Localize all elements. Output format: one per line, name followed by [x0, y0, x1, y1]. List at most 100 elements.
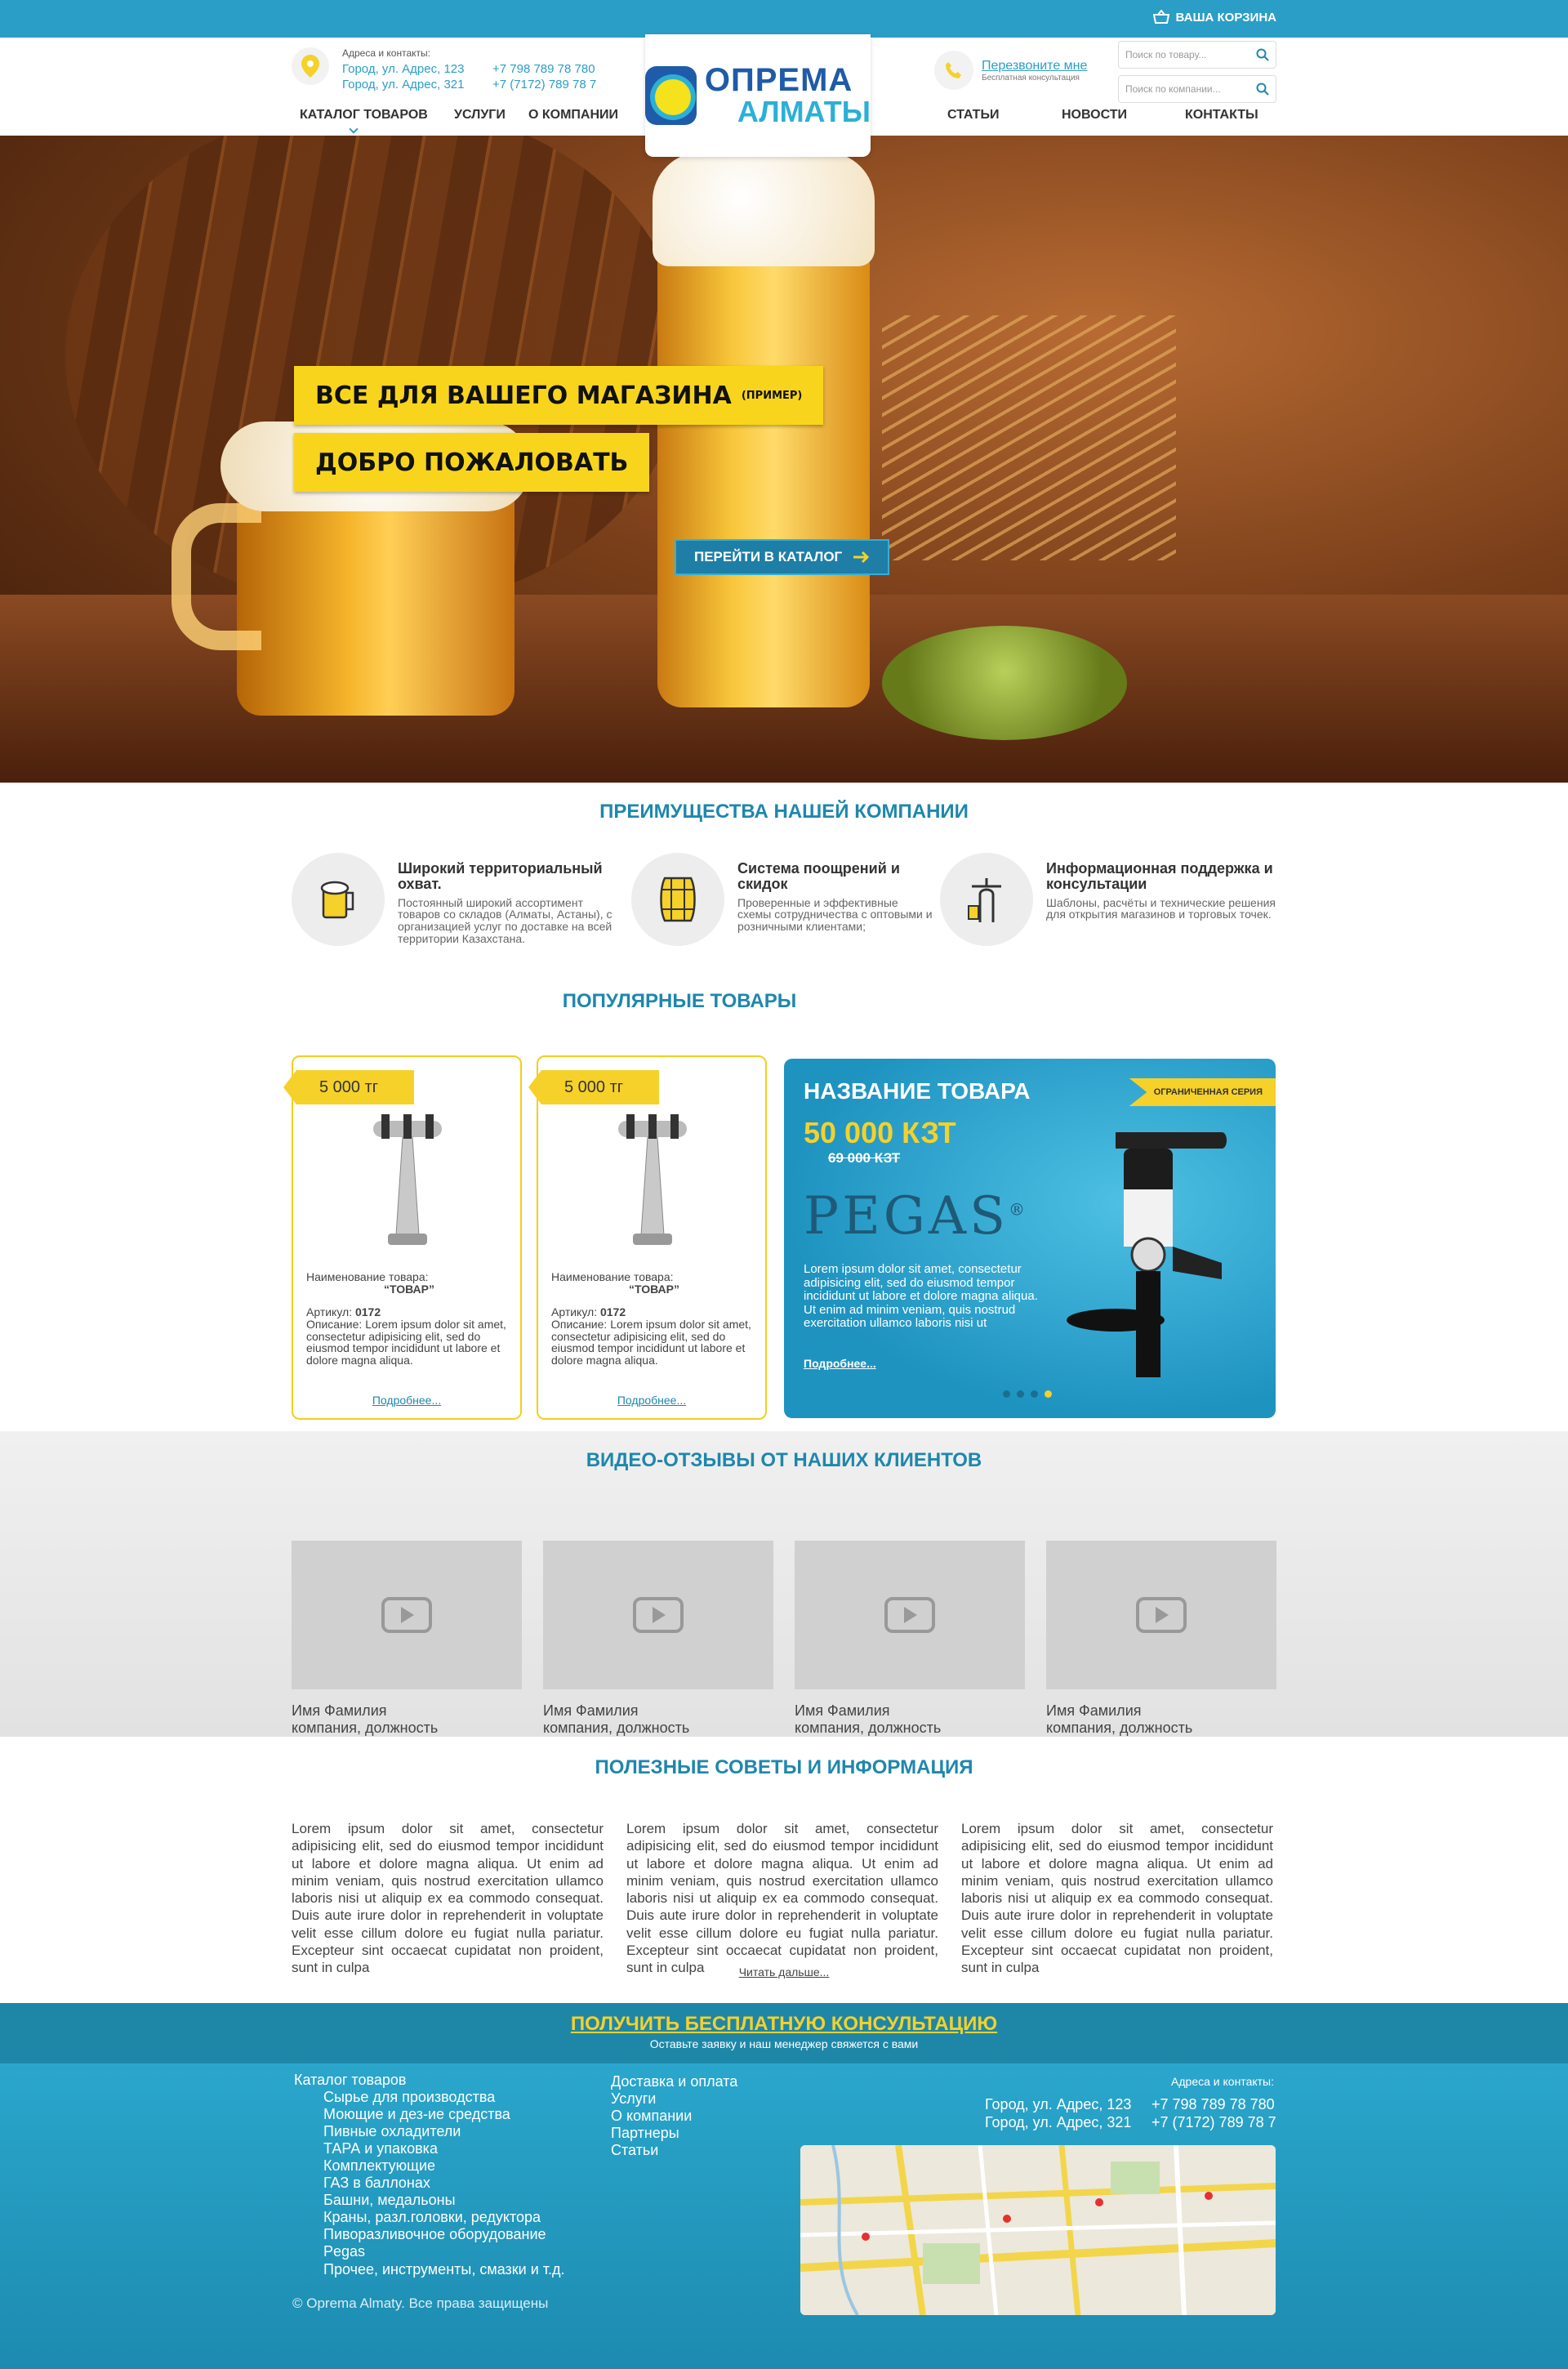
read-more-link[interactable]: Читать дальше... — [0, 1965, 1568, 1979]
chevron-down-icon — [349, 124, 359, 134]
advantages-section: ПРЕИМУЩЕСТВА НАШЕЙ КОМПАНИИ Широкий терр… — [0, 801, 1568, 946]
product-search-placeholder: Поиск по товару... — [1125, 49, 1207, 60]
footer-links: Доставка и оплата Услуги О компании Парт… — [611, 2073, 737, 2159]
beer-tower-image — [373, 1114, 442, 1245]
reviewer-name: Имя Фамилия — [1046, 1702, 1142, 1719]
advantage-item: Широкий территориальный охват. Постоянны… — [292, 853, 626, 946]
advantage-text: Постоянный широкий ассортимент товаров с… — [398, 895, 612, 945]
consultation-banner: ПОЛУЧИТЬ БЕСПЛАТНУЮ КОНСУЛЬТАЦИЮ Оставьт… — [0, 2003, 1568, 2063]
footer-catalog-item[interactable]: Pegas — [323, 2243, 565, 2260]
hero-headline-note: (ПРИМЕР) — [741, 389, 803, 402]
go-to-catalog-button[interactable]: ПЕРЕЙТИ В КАТАЛОГ — [675, 539, 890, 575]
product-card[interactable]: 5 000 тг Наименование товара: “ТОВАР” Ар… — [528, 1055, 767, 1420]
footer-catalog-item[interactable]: Комплектующие — [323, 2157, 565, 2175]
video-thumbnail[interactable] — [292, 1541, 522, 1689]
nav-services[interactable]: УСЛУГИ — [454, 108, 506, 123]
footer-phone-1[interactable]: +7 798 789 78 780 — [1152, 2096, 1276, 2114]
basket-icon — [1152, 10, 1169, 24]
reviewer-role: компания, должность — [292, 1719, 439, 1736]
nav-contacts[interactable]: КОНТАКТЫ — [1185, 108, 1258, 123]
footer-catalog-item[interactable]: ТАРА и упаковка — [323, 2140, 565, 2157]
advantage-title: Информационная поддержка и консультации — [1046, 860, 1273, 892]
video-thumbnail[interactable] — [1046, 1541, 1276, 1689]
footer-phone-2[interactable]: +7 (7172) 789 78 7 — [1152, 2114, 1276, 2132]
phone-2[interactable]: +7 (7172) 789 78 7 — [492, 78, 596, 91]
footer-catalog-item[interactable]: Сырье для производства — [323, 2089, 565, 2106]
footer-contacts: Город, ул. Адрес, 123 +7 798 789 78 780 … — [985, 2096, 1276, 2131]
nav-catalog[interactable]: КАТАЛОГ ТОВАРОВ — [300, 108, 428, 123]
video-card[interactable]: Имя Фамилия компания, должность — [795, 1541, 1025, 1736]
cart-link[interactable]: ВАША КОРЗИНА — [1152, 10, 1276, 25]
product-more-link[interactable]: Подробнее... — [538, 1394, 765, 1407]
search-icon[interactable] — [1256, 48, 1269, 61]
phone-1[interactable]: +7 798 789 78 780 — [492, 62, 596, 76]
slider-dot[interactable] — [1045, 1390, 1052, 1398]
video-reviews-title: ВИДЕО-ОТЗЫВЫ ОТ НАШИХ КЛИЕНТОВ — [586, 1449, 982, 1471]
footer-catalog-item[interactable]: Башни, медальоны — [323, 2192, 565, 2209]
footer-link[interactable]: О компании — [611, 2108, 737, 2125]
footer-catalog: Каталог товаров Сырье для производства М… — [294, 2072, 565, 2278]
product-card[interactable]: 5 000 тг Наименование товара: “ТОВАР” Ар… — [283, 1055, 522, 1420]
footer-catalog-item[interactable]: Краны, разл.головки, редуктора — [323, 2209, 565, 2226]
video-card[interactable]: Имя Фамилия компания, должность — [1046, 1541, 1276, 1736]
advantage-text: Проверенные и эффективные схемы сотрудни… — [737, 895, 933, 934]
brand-registered-mark: ® — [1008, 1199, 1028, 1220]
slider-dot[interactable] — [1031, 1390, 1038, 1398]
beer-mug-icon — [292, 853, 385, 946]
phone-icon — [934, 51, 973, 90]
play-icon[interactable] — [381, 1597, 432, 1633]
hero-welcome: ДОБРО ПОЖАЛОВАТЬ — [294, 433, 650, 492]
play-icon[interactable] — [1136, 1597, 1187, 1633]
promo-price: 50 000 КЗТ — [804, 1116, 956, 1149]
tips-column: Lorem ipsum dolor sit amet, consectetur … — [292, 1821, 604, 1975]
search-icon[interactable] — [1256, 83, 1269, 96]
reviewer-role: компания, должность — [543, 1719, 690, 1736]
video-thumbnail[interactable] — [795, 1541, 1025, 1689]
footer-catalog-item[interactable]: Пивные охладители — [323, 2123, 565, 2140]
tips-title: ПОЛЕЗНЫЕ СОВЕТЫ И ИНФОРМАЦИЯ — [595, 1756, 973, 1778]
consultation-link[interactable]: ПОЛУЧИТЬ БЕСПЛАТНУЮ КОНСУЛЬТАЦИЮ — [0, 2013, 1568, 2036]
promo-product-name: НАЗВАНИЕ ТОВАРА — [804, 1078, 1031, 1104]
play-icon[interactable] — [633, 1597, 684, 1633]
footer-link[interactable]: Доставка и оплата — [611, 2073, 737, 2090]
tips-column: Lorem ipsum dolor sit amet, consectetur … — [961, 1821, 1273, 1975]
product-search-input[interactable]: Поиск по товару... — [1118, 41, 1276, 69]
nav-articles[interactable]: СТАТЬИ — [947, 108, 999, 123]
pegas-brand-logo: PEGAS® — [804, 1186, 1028, 1247]
footer-contacts-title: Адреса и контакты: — [1171, 2075, 1274, 2088]
footer-link[interactable]: Услуги — [611, 2090, 737, 2108]
promo-slider[interactable]: ОГРАНИЧЕННАЯ СЕРИЯ НАЗВАНИЕ ТОВАРА 50 00… — [784, 1059, 1276, 1418]
slider-dot[interactable] — [1003, 1390, 1010, 1398]
product-more-link[interactable]: Подробнее... — [293, 1394, 520, 1407]
site-logo[interactable]: ОПРЕМА АЛМАТЫ — [645, 34, 871, 157]
footer-link[interactable]: Статьи — [611, 2142, 737, 2159]
footer-link[interactable]: Партнеры — [611, 2125, 737, 2142]
footer-address-2: Город, ул. Адрес, 321 — [985, 2113, 1132, 2130]
reviewer-role: компания, должность — [1046, 1719, 1193, 1736]
reviewer-role: компания, должность — [795, 1719, 942, 1736]
company-search-input[interactable]: Поиск по компании... — [1118, 75, 1276, 103]
video-card[interactable]: Имя Фамилия компания, должность — [292, 1541, 522, 1736]
footer-catalog-title[interactable]: Каталог товаров — [294, 2072, 565, 2089]
slider-dot[interactable] — [1017, 1390, 1024, 1398]
footer-catalog-item[interactable]: Моющие и дез-ие средства — [323, 2106, 565, 2123]
consultation-subtitle: Оставьте заявку и наш менеджер свяжется … — [649, 2037, 919, 2050]
advantage-title: Система поощрений и скидок — [737, 860, 900, 892]
video-thumbnail[interactable] — [543, 1541, 773, 1689]
video-card[interactable]: Имя Фамилия компания, должность — [543, 1541, 773, 1736]
footer-catalog-item[interactable]: Прочее, инструменты, смазки и т.д. — [323, 2261, 565, 2278]
footer-catalog-item[interactable]: Пиворазливочное оборудование — [323, 2226, 565, 2243]
advantage-item: Система поощрений и скидок Проверенные и… — [631, 853, 933, 946]
footer-catalog-item[interactable]: ГАЗ в баллонах — [323, 2175, 565, 2192]
advantages-title: ПРЕИМУЩЕСТВА НАШЕЙ КОМПАНИИ — [599, 801, 969, 823]
tips-column: Lorem ipsum dolor sit amet, consectetur … — [626, 1821, 938, 1975]
article-label: Артикул: — [551, 1305, 598, 1319]
wheat-image — [882, 315, 1176, 560]
nav-news[interactable]: НОВОСТИ — [1062, 108, 1127, 123]
play-icon[interactable] — [884, 1597, 935, 1633]
promo-more-link[interactable]: Подробнее... — [804, 1357, 876, 1370]
location-map[interactable] — [800, 2145, 1276, 2315]
callback-link[interactable]: Перезвоните мне — [982, 59, 1087, 74]
beer-glass-image — [653, 152, 875, 707]
nav-about[interactable]: О КОМПАНИИ — [528, 108, 618, 123]
